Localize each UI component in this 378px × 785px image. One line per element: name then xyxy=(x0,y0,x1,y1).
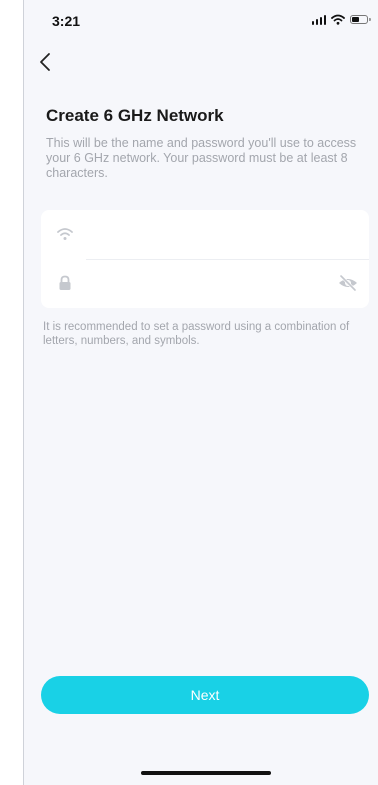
status-time: 3:21 xyxy=(52,13,81,29)
page-description: This will be the name and password you'l… xyxy=(46,136,357,180)
home-indicator xyxy=(141,771,271,775)
status-bar: 3:21 xyxy=(24,0,378,40)
password-hint: It is recommended to set a password usin… xyxy=(43,321,350,347)
wifi-icon xyxy=(57,228,73,240)
password-input[interactable] xyxy=(86,271,320,297)
password-row xyxy=(41,259,369,308)
cellular-signal-icon xyxy=(311,14,326,25)
app-screen: 3:21 Create 6 GHz Network This will be t… xyxy=(23,0,378,785)
lock-icon xyxy=(59,275,71,290)
network-name-row xyxy=(41,210,369,259)
page-title: Create 6 GHz Network xyxy=(46,106,224,125)
next-button[interactable]: Next xyxy=(41,676,369,714)
battery-icon xyxy=(350,15,371,24)
status-icons xyxy=(311,14,371,25)
network-form-card xyxy=(41,210,369,308)
eye-off-icon[interactable] xyxy=(337,272,359,294)
back-button[interactable] xyxy=(34,50,58,74)
wifi-status-icon xyxy=(331,14,345,25)
network-name-input[interactable] xyxy=(86,222,320,248)
